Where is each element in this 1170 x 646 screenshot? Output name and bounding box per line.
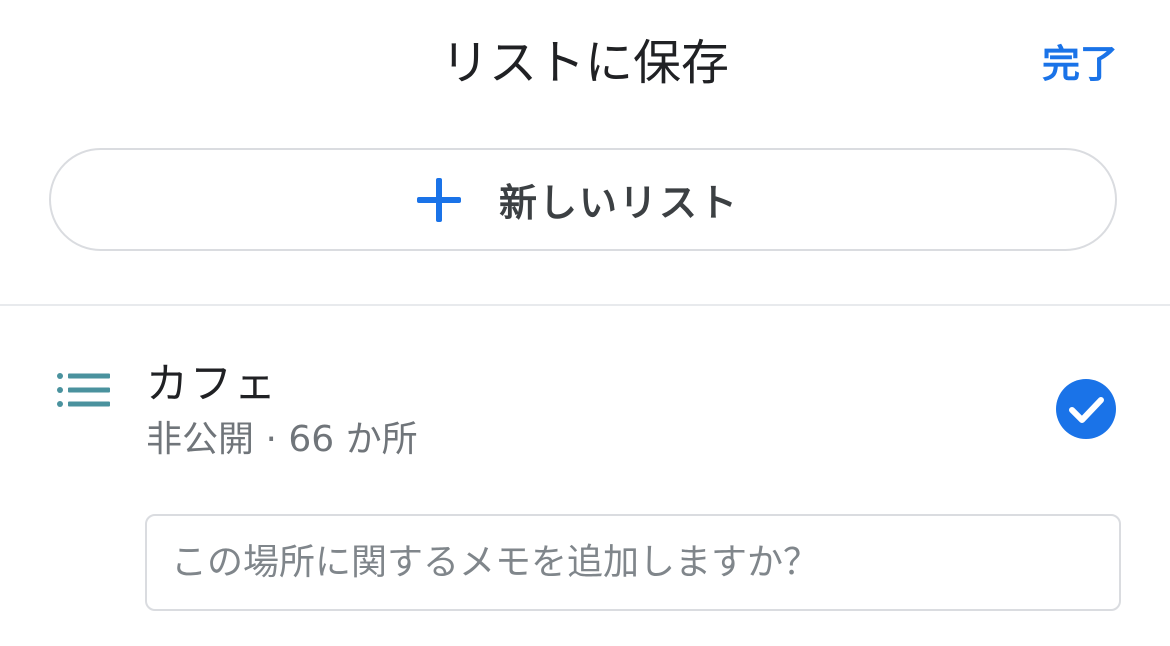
list-name: カフェ bbox=[146, 359, 279, 408]
new-list-label: 新しいリスト bbox=[498, 181, 739, 225]
done-button[interactable]: 完了 bbox=[1042, 40, 1118, 88]
page-title: リストに保存 bbox=[440, 35, 729, 91]
note-input[interactable] bbox=[147, 516, 1119, 609]
divider bbox=[0, 304, 1170, 306]
list-icon bbox=[57, 373, 110, 407]
list-item[interactable]: カフェ 非公開 · 66 か所 bbox=[0, 340, 1170, 480]
plus-icon bbox=[416, 177, 461, 222]
new-list-button[interactable]: 新しいリスト bbox=[49, 148, 1117, 251]
header: リストに保存 完了 bbox=[0, 0, 1170, 128]
check-circle-icon[interactable] bbox=[1055, 378, 1117, 440]
list-meta: 非公開 · 66 か所 bbox=[146, 419, 418, 460]
note-field bbox=[145, 514, 1121, 611]
